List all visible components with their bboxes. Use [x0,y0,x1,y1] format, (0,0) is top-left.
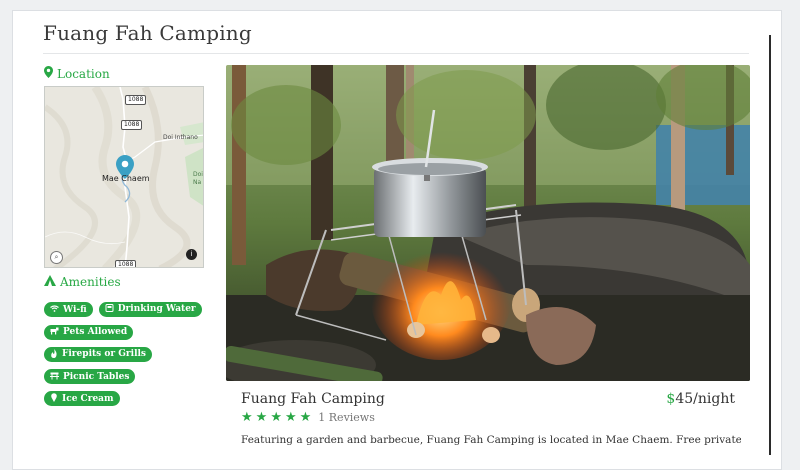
ice-cream-icon [50,393,58,404]
table-icon [50,372,59,382]
amenities-heading: Amenities [44,275,121,289]
title-divider [43,53,749,54]
rating-stars: ★ ★ ★ ★ ★ 1 Reviews [241,410,375,425]
price-amount: 45 [675,391,694,407]
star-icon: ★ [270,410,282,425]
map-marker-label: Mae Chaem [102,174,150,183]
place-label: Na [193,179,202,186]
amenity-firepits-grills: Firepits or Grills [44,346,152,362]
water-icon [105,304,114,314]
scrollbar[interactable] [769,35,771,455]
amenities-list: Wi-fi Drinking Water Pets Allowed Firepi… [44,297,229,409]
listing-photo[interactable] [226,65,750,381]
map-zoom-icon[interactable]: ⌕ [50,251,63,264]
amenities-heading-label: Amenities [60,275,121,289]
wifi-icon [50,305,59,314]
star-icon: ★ [241,410,253,425]
map-pin-icon [44,66,53,81]
location-map[interactable]: 1088 1088 1088 Doi Inthano Doi Na Mae Ch… [44,86,204,268]
place-label: Doi [193,171,203,178]
amenity-pets-allowed: Pets Allowed [44,324,134,340]
paw-icon [50,327,59,337]
listing-name[interactable]: Fuang Fah Camping [241,391,385,407]
fire-icon [50,348,58,360]
tent-icon [44,275,56,289]
amenity-wifi: Wi-fi [44,302,93,317]
road-badge: 1088 [115,260,137,267]
price-currency: $ [666,391,676,407]
location-heading-label: Location [57,66,110,81]
star-icon: ★ [299,410,312,425]
listing-description: Featuring a garden and barbecue, Fuang F… [241,434,741,446]
map-info-icon[interactable]: i [186,249,197,260]
page-title: Fuang Fah Camping [43,21,252,45]
price-unit: /night [693,391,735,407]
place-label: Doi Inthano [163,134,198,141]
listing-price: $45/night [666,391,735,407]
location-heading: Location [44,66,110,81]
review-count-link[interactable]: 1 Reviews [318,411,375,424]
listing-card: Fuang Fah Camping Location 1088 1088 108… [12,10,782,470]
road-badge: 1088 [125,95,147,105]
amenity-ice-cream: Ice Cream [44,391,120,406]
star-icon: ★ [284,410,297,425]
amenity-picnic-tables: Picnic Tables [44,369,136,384]
amenity-drinking-water: Drinking Water [98,301,202,317]
road-badge: 1088 [121,120,143,130]
star-icon: ★ [255,410,268,425]
